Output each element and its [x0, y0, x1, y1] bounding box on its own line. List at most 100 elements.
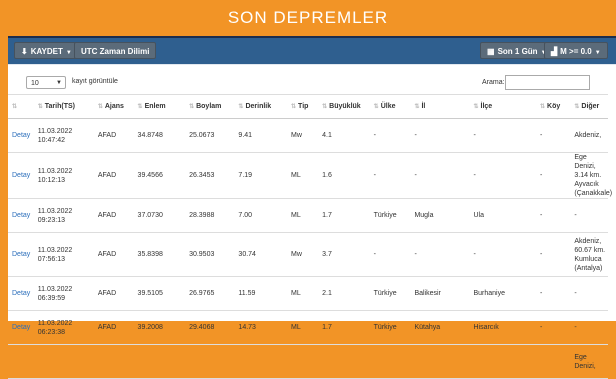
- detail-link[interactable]: Detay: [8, 118, 34, 153]
- table-cell-other: Ege Denizi, 3.14 km. Ayvacık (Çanakkale): [570, 152, 612, 199]
- column-header[interactable]: ⇅ Köy: [536, 94, 571, 119]
- column-header[interactable]: ⇅ Tip: [287, 94, 319, 119]
- timezone-button-label: UTC Zaman Dilimi: [81, 47, 150, 56]
- magnitude-filter-button[interactable]: ▟ M >= 0.0 ▼: [544, 42, 608, 59]
- table-cell-depth: 7.00: [234, 198, 288, 233]
- table-cell-date: 11.03.2022 10:12:13: [33, 152, 94, 199]
- table-cell-time-value: 09:23:13: [37, 216, 65, 224]
- table-cell-village: -: [536, 276, 571, 311]
- caret-down-icon: ▼: [65, 50, 72, 56]
- table-cell-lat: 34.8748: [133, 118, 186, 153]
- table-cell-date: [33, 344, 94, 379]
- detail-link[interactable]: Detay: [8, 276, 34, 311]
- table-cell-other: Ege Denizi,: [570, 344, 608, 379]
- detail-link[interactable]: Detay: [8, 232, 34, 277]
- table-cell-depth: 14.73: [234, 310, 288, 345]
- table-cell-district: -: [469, 118, 537, 153]
- table-cell-other: -: [570, 198, 608, 233]
- column-header[interactable]: ⇅ Enlem: [133, 94, 186, 119]
- table-cell-depth: 9.41: [234, 118, 288, 153]
- period-button[interactable]: ▦Son 1 Gün▼: [480, 42, 554, 59]
- table-cell-village: -: [536, 152, 571, 199]
- table-cell-country: Türkiye: [369, 276, 411, 311]
- column-header[interactable]: ⇅ Boylam: [185, 94, 235, 119]
- table-cell-mag: 4.1: [318, 118, 370, 153]
- table-cell-mag: 1.7: [318, 198, 370, 233]
- table-cell-city: -: [410, 232, 470, 277]
- column-header[interactable]: ⇅ Diğer: [570, 94, 608, 119]
- table-body: Detay 11.03.2022 10:47:42 AFAD 34.8748 25.067…: [8, 118, 612, 379]
- column-header[interactable]: ⇅ Ülke: [369, 94, 411, 119]
- detail-link[interactable]: [8, 344, 34, 379]
- column-header-link[interactable]: ⇅: [8, 94, 34, 119]
- table-cell-time-value: 06:39:59: [37, 294, 65, 302]
- table-cell-lon: 25.0673: [185, 118, 235, 153]
- download-icon: ⬇: [21, 47, 28, 56]
- page-header: SON DEPREMLER: [0, 0, 616, 36]
- table-cell-lon: 26.3453: [185, 152, 235, 199]
- detail-link[interactable]: Detay: [8, 310, 34, 345]
- table-cell-village: -: [536, 198, 571, 233]
- column-header[interactable]: ⇅ Tarih(TS): [33, 94, 94, 119]
- table-cell-lon: 30.9503: [185, 232, 235, 277]
- timezone-button[interactable]: UTC Zaman Dilimi: [74, 42, 157, 59]
- table-cell-agency: AFAD: [93, 198, 134, 233]
- magnitude-filter-label: M >= 0.0: [560, 47, 592, 56]
- column-header[interactable]: ⇅ İlçe: [469, 94, 537, 119]
- sort-icon: ⇅: [414, 104, 420, 110]
- table-cell-district: Hisarcık: [469, 310, 537, 345]
- table-cell-country: Türkiye: [369, 310, 411, 345]
- table-cell-district: Burhaniye: [469, 276, 537, 311]
- table-cell-city: Mugla: [410, 198, 470, 233]
- table-header-row: ⇅ ⇅ Tarih(TS) ⇅ Ajans ⇅ Enlem ⇅ Boylam ⇅ Deri…: [8, 94, 608, 119]
- table-cell-type: Mw: [287, 118, 319, 153]
- table-cell-village: -: [536, 232, 571, 277]
- sort-icon: ⇅: [473, 104, 479, 110]
- save-button-label: KAYDET: [30, 47, 63, 56]
- table-cell-time-value: 10:12:13: [37, 176, 65, 184]
- table-cell-type: ML: [287, 276, 319, 311]
- table-cell-other: Akdeniz, 60.67 km. Kumluca (Antalya): [570, 232, 608, 277]
- sort-icon: ⇅: [291, 104, 297, 110]
- table-cell-time-value: 06:23:38: [37, 328, 65, 336]
- table-cell-date-value: 11.03.2022: [37, 167, 73, 175]
- sort-icon: ⇅: [12, 104, 18, 110]
- table-row: Detay 11.03.2022 07:56:13 AFAD 35.8398 30.950…: [8, 232, 608, 277]
- caret-down-icon: ▼: [56, 80, 62, 86]
- table-cell-type: ML: [287, 310, 319, 345]
- table-cell-time-value: 10:47:42: [37, 136, 65, 144]
- table-cell-city: [410, 344, 470, 379]
- page-length-select[interactable]: 10 ▼: [26, 76, 66, 89]
- table-cell-village: -: [536, 118, 571, 153]
- sort-icon: ⇅: [373, 104, 379, 110]
- table-cell-mag: 1.6: [318, 152, 370, 199]
- search-input[interactable]: [505, 75, 590, 90]
- column-header[interactable]: ⇅ Ajans: [93, 94, 134, 119]
- caret-down-icon: ▼: [594, 50, 601, 56]
- detail-link[interactable]: Detay: [8, 198, 34, 233]
- table-cell-lat: [133, 344, 186, 379]
- column-header[interactable]: ⇅ Büyüklük: [318, 94, 370, 119]
- sort-icon: ⇅: [322, 104, 328, 110]
- page-length-label: kayıt görüntüle: [72, 78, 118, 85]
- table-cell-district: -: [469, 152, 537, 199]
- table-cell-country: -: [369, 118, 411, 153]
- table-cell-village: [536, 344, 571, 379]
- detail-link[interactable]: Detay: [8, 152, 34, 199]
- table-cell-lon: 29.4068: [185, 310, 235, 345]
- table-cell-date-value: 11.03.2022: [37, 319, 73, 327]
- table-cell-lat: 39.5105: [133, 276, 186, 311]
- table-cell-date-value: 11.03.2022: [37, 285, 73, 293]
- column-header[interactable]: ⇅ İl: [410, 94, 470, 119]
- sort-icon: ⇅: [137, 104, 143, 110]
- table-cell-date: 11.03.2022 06:39:59: [33, 276, 94, 311]
- table-cell-other: Akdeniz,: [570, 118, 608, 153]
- save-button[interactable]: ⬇ KAYDET ▼: [14, 42, 79, 59]
- table-cell-date: 11.03.2022 09:23:13: [33, 198, 94, 233]
- table-cell-lon: [185, 344, 235, 379]
- column-header[interactable]: ⇅ Derinlik: [234, 94, 288, 119]
- table-cell-mag: [318, 344, 370, 379]
- table-cell-other: -: [570, 276, 608, 311]
- table-cell-lon: 28.3988: [185, 198, 235, 233]
- table-row: Detay 11.03.2022 06:23:38 AFAD 39.2008 29.406…: [8, 310, 608, 345]
